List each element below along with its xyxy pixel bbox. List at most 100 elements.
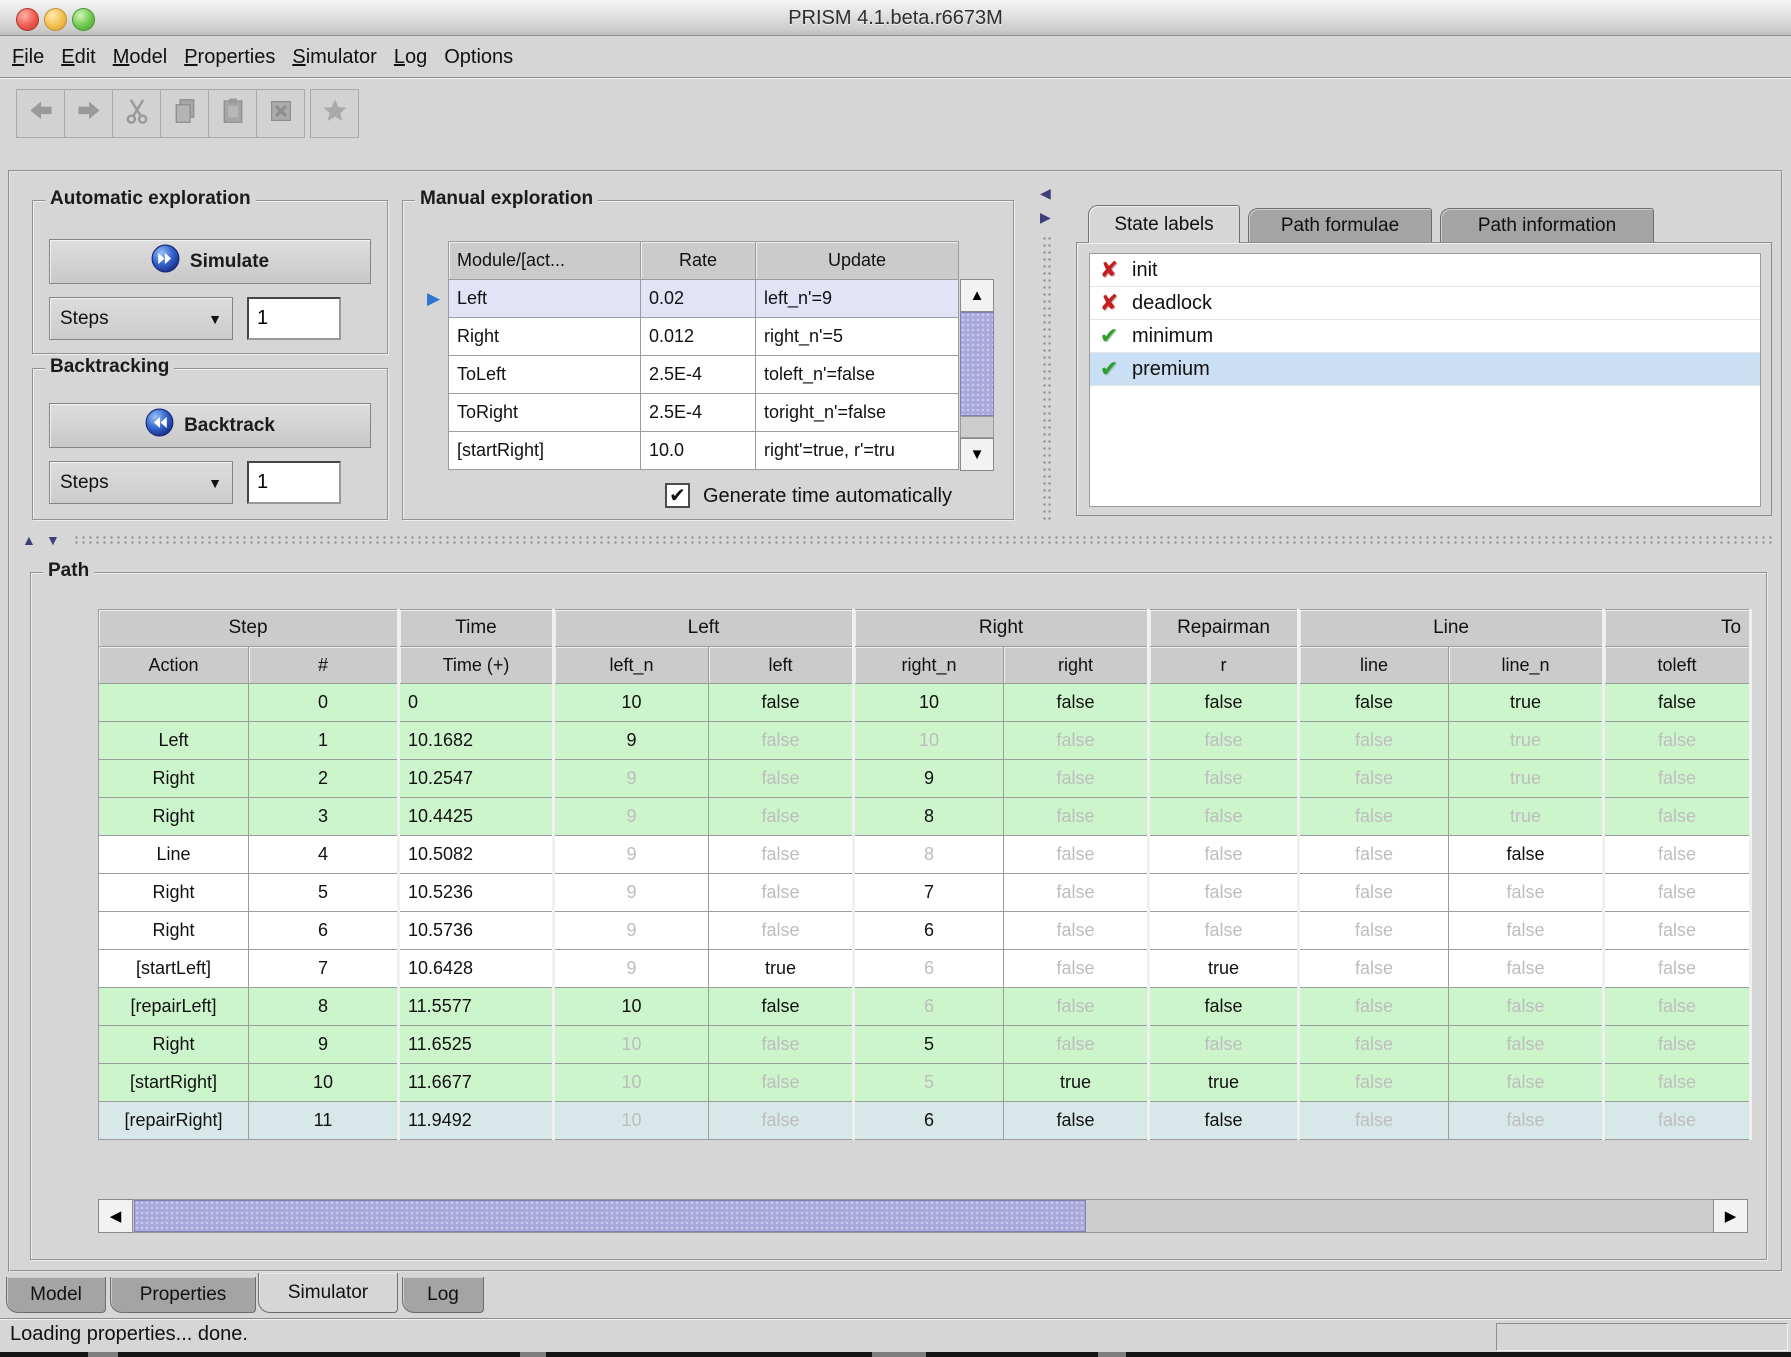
scroll-left-icon: ◀	[110, 1207, 122, 1225]
manual-transition-row[interactable]: [startRight]10.0right'=true, r'=tru	[449, 432, 959, 470]
zoom-button[interactable]	[72, 8, 95, 31]
expand-down-icon[interactable]: ▼	[46, 533, 60, 547]
path-step-row[interactable]: [repairRight]1111.949210false6falsefalse…	[99, 1102, 1751, 1140]
path-cell: 9	[554, 836, 709, 874]
scroll-down-button[interactable]: ▼	[960, 438, 994, 471]
path-step-row[interactable]: [startRight]1011.667710false5truetruefal…	[99, 1064, 1751, 1102]
path-cell: true	[1449, 798, 1604, 836]
path-cell: 8	[854, 836, 1004, 874]
path-step-row[interactable]: Right210.25479false9falsefalsefalsetruef…	[99, 760, 1751, 798]
path-cell: false	[1449, 1026, 1604, 1064]
path-cell: false	[1299, 874, 1449, 912]
manual-transition-row[interactable]: Right0.012right_n'=5	[449, 318, 959, 356]
path-cell: false	[1449, 836, 1604, 874]
forward-arrow-button[interactable]	[64, 89, 113, 138]
path-cell: 9	[854, 760, 1004, 798]
chevron-down-icon: ▼	[208, 311, 222, 327]
path-cell: false	[1449, 988, 1604, 1026]
manual-exploration-group: Manual exploration ▶ Module/[act...RateU…	[402, 200, 1014, 520]
state-label-init[interactable]: ✘init	[1090, 254, 1760, 287]
tab-model[interactable]: Model	[6, 1277, 106, 1313]
close-button[interactable]	[16, 8, 39, 31]
simulate-steps-input[interactable]	[247, 297, 341, 340]
tab-simulator[interactable]: Simulator	[258, 1273, 398, 1313]
menu-log[interactable]: Log	[394, 46, 427, 69]
horizontal-splitter[interactable]: ▲ ▼	[10, 532, 1781, 549]
path-cell: false	[1604, 684, 1751, 722]
simulator-workspace: Automatic exploration Simulate Steps ▼ B…	[8, 170, 1783, 1272]
delete-button[interactable]	[256, 89, 305, 138]
backtrack-steps-select[interactable]: Steps ▼	[49, 461, 233, 504]
backtrack-steps-input[interactable]	[247, 461, 341, 504]
menu-options[interactable]: Options	[444, 46, 513, 69]
vertical-splitter[interactable]: ◀ ▶	[1039, 180, 1055, 524]
path-step-row[interactable]: Right310.44259false8falsefalsefalsetruef…	[99, 798, 1751, 836]
menu-edit[interactable]: Edit	[61, 46, 95, 69]
tab-path-formulae[interactable]: Path formulae	[1248, 208, 1432, 242]
path-step-row[interactable]: [startLeft]710.64289true6falsetruefalsef…	[99, 950, 1751, 988]
manual-transition-row[interactable]: Left0.02left_n'=9	[449, 280, 959, 318]
state-label-deadlock[interactable]: ✘deadlock	[1090, 287, 1760, 320]
path-cell: false	[1149, 912, 1299, 950]
back-arrow-button[interactable]	[16, 89, 65, 138]
path-cell: Left	[99, 722, 249, 760]
menu-file[interactable]: File	[12, 46, 44, 69]
state-label-minimum[interactable]: ✔minimum	[1090, 320, 1760, 353]
star-button[interactable]	[310, 89, 359, 138]
simulate-button[interactable]: Simulate	[49, 239, 371, 284]
generate-time-checkbox[interactable]: ✔	[665, 483, 690, 508]
path-step-row[interactable]: Line410.50829false8falsefalsefalsefalsef…	[99, 836, 1751, 874]
manual-cell: ToRight	[449, 394, 641, 432]
scrollbar-thumb[interactable]	[960, 312, 994, 416]
copy-button[interactable]	[160, 89, 209, 138]
path-cell: Right	[99, 874, 249, 912]
tab-path-information[interactable]: Path information	[1440, 208, 1654, 242]
path-cell: false	[1604, 988, 1751, 1026]
path-cell: 6	[249, 912, 399, 950]
scroll-up-button[interactable]: ▲	[960, 279, 994, 312]
tab-properties[interactable]: Properties	[110, 1277, 256, 1313]
tab-state-labels[interactable]: State labels	[1088, 205, 1240, 243]
splitter-grip[interactable]	[1042, 236, 1052, 520]
path-cell: 5	[854, 1026, 1004, 1064]
path-cell: false	[709, 1064, 854, 1102]
path-step-row[interactable]: Right510.52369false7falsefalsefalsefalse…	[99, 874, 1751, 912]
collapse-up-icon[interactable]: ▲	[22, 533, 36, 547]
path-step-row[interactable]: Right610.57369false6falsefalsefalsefalse…	[99, 912, 1751, 950]
path-cell: false	[709, 874, 854, 912]
menu-properties[interactable]: Properties	[184, 46, 275, 69]
path-cell: 5	[249, 874, 399, 912]
manual-transition-row[interactable]: ToLeft2.5E-4toleft_n'=false	[449, 356, 959, 394]
copy-icon	[170, 96, 200, 131]
path-cell: false	[1004, 836, 1149, 874]
cut-icon	[122, 96, 152, 131]
minimize-button[interactable]	[44, 8, 67, 31]
menu-model[interactable]: Model	[113, 46, 167, 69]
path-cell: 10	[249, 1064, 399, 1102]
paste-button[interactable]	[208, 89, 257, 138]
cut-button[interactable]	[112, 89, 161, 138]
manual-cell: right'=true, r'=tru	[756, 432, 959, 470]
path-step-row[interactable]: 0010false10falsefalsefalsetruefalse	[99, 684, 1751, 722]
scrollbar-thumb[interactable]	[134, 1200, 1086, 1232]
manual-transition-row[interactable]: ToRight2.5E-4toright_n'=false	[449, 394, 959, 432]
manual-cell: Right	[449, 318, 641, 356]
state-label-premium[interactable]: ✔premium	[1090, 353, 1760, 386]
path-step-row[interactable]: [repairLeft]811.557710false6falsefalsefa…	[99, 988, 1751, 1026]
path-cell: false	[1004, 1026, 1149, 1064]
scroll-left-button[interactable]: ◀	[98, 1199, 133, 1233]
path-step-row[interactable]: Right911.652510false5falsefalsefalsefals…	[99, 1026, 1751, 1064]
scroll-right-button[interactable]: ▶	[1713, 1199, 1748, 1233]
menu-simulator[interactable]: Simulator	[292, 46, 376, 69]
simulate-steps-select[interactable]: Steps ▼	[49, 297, 233, 340]
splitter-grip[interactable]	[74, 535, 1774, 545]
path-cell: 0	[249, 684, 399, 722]
collapse-left-icon[interactable]: ◀	[1040, 186, 1051, 200]
path-cell: false	[709, 722, 854, 760]
backtrack-button[interactable]: Backtrack	[49, 403, 371, 448]
tab-log[interactable]: Log	[402, 1277, 484, 1313]
scrollbar-track[interactable]	[960, 416, 994, 438]
expand-right-icon[interactable]: ▶	[1040, 210, 1051, 224]
path-step-row[interactable]: Left110.16829false10falsefalsefalsetruef…	[99, 722, 1751, 760]
manual-cell: Left	[449, 280, 641, 318]
